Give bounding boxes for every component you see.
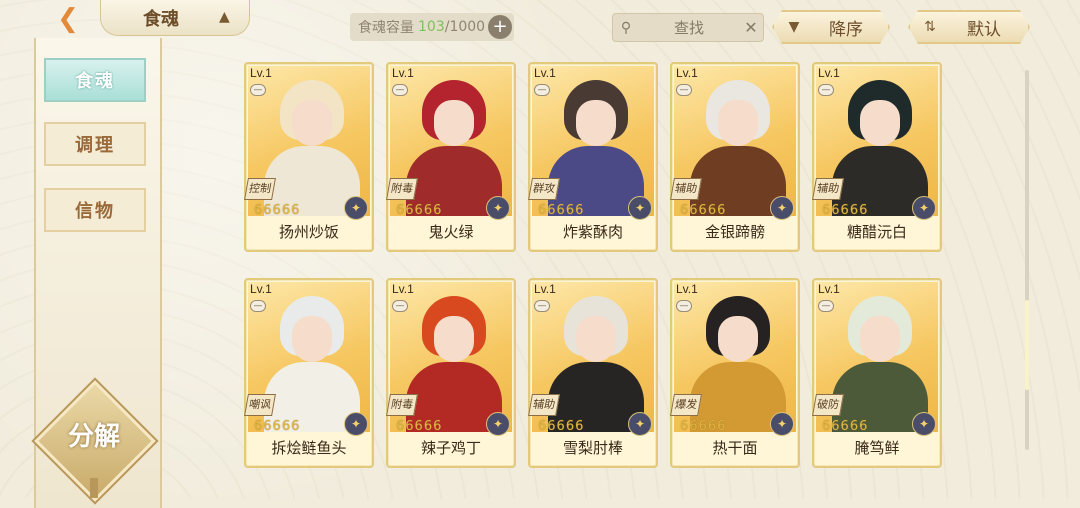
search-label: 查找: [673, 19, 704, 37]
card-role-tag: 控制: [244, 178, 276, 200]
card-name: 辣子鸡丁: [420, 439, 481, 457]
capacity-label: 食魂容量: [358, 20, 414, 36]
card-stars: 66666: [822, 203, 869, 218]
food-soul-card[interactable]: Lv.1— 破防 66666 ✦ 腌笃鲜: [812, 278, 942, 468]
page-title: 食魂: [143, 8, 179, 30]
lock-icon[interactable]: —: [818, 84, 834, 96]
card-stars: 66666: [254, 419, 301, 434]
sort-order-button[interactable]: ▼ 降序: [772, 10, 890, 44]
clear-search-icon[interactable]: ✕: [739, 18, 763, 37]
lock-icon[interactable]: —: [818, 300, 834, 312]
food-soul-card[interactable]: Lv.1— 辅助 66666 ✦ 糖醋沅白: [812, 62, 942, 252]
food-soul-card[interactable]: Lv.1— 嘲讽 66666 ✦ 拆烩鲢鱼头: [244, 278, 374, 468]
portrait-face: [860, 100, 900, 146]
card-stars: 66666: [396, 203, 443, 218]
scroll-thumb[interactable]: [1025, 300, 1029, 390]
capacity-display: 食魂容量 103 /1000 +: [350, 13, 514, 41]
food-soul-card[interactable]: Lv.1— 附毒 66666 ✦ 鬼火绿: [386, 62, 516, 252]
card-stars: 66666: [538, 203, 585, 218]
food-soul-card[interactable]: Lv.1— 附毒 66666 ✦ 辣子鸡丁: [386, 278, 516, 468]
portrait-face: [860, 316, 900, 362]
card-level: Lv.1: [676, 66, 698, 80]
card-role-tag: 嘲讽: [244, 394, 276, 416]
food-soul-grid: Lv.1— 控制 66666 ✦ 扬州炒饭 Lv.1— 附毒 66666 ✦ 鬼火绿 Lv.1— 群攻…: [244, 62, 944, 482]
lock-icon[interactable]: —: [676, 300, 692, 312]
sidebar-item-xinwu[interactable]: 信物: [44, 188, 146, 232]
lock-icon[interactable]: —: [676, 84, 692, 96]
lock-icon[interactable]: —: [534, 84, 550, 96]
page-title-tab: 食魂 ▲: [100, 0, 250, 36]
portrait-face: [434, 100, 474, 146]
portrait-face: [718, 100, 758, 146]
portrait-face: [718, 316, 758, 362]
card-level: Lv.1: [392, 282, 414, 296]
portrait-face: [292, 100, 332, 146]
lock-icon[interactable]: —: [392, 300, 408, 312]
sort-down-icon: ▼: [788, 19, 800, 35]
card-role-tag: 破防: [812, 394, 844, 416]
card-role-tag: 辅助: [528, 394, 560, 416]
sort-mode-button[interactable]: ⇅ 默认: [908, 10, 1030, 44]
capacity-max: /1000: [444, 19, 486, 35]
card-stars: 66666: [822, 419, 869, 434]
card-role-tag: 爆发: [670, 394, 702, 416]
card-name: 雪梨肘棒: [562, 439, 623, 457]
card-role-tag: 辅助: [670, 178, 702, 200]
sort-mode-label: 默认: [967, 19, 1001, 40]
card-role-tag: 群攻: [528, 178, 560, 200]
capacity-current: 103: [418, 19, 445, 35]
lock-icon[interactable]: —: [250, 84, 266, 96]
card-level: Lv.1: [392, 66, 414, 80]
lock-icon[interactable]: —: [534, 300, 550, 312]
card-stars: 66666: [254, 203, 301, 218]
back-arrow-icon[interactable]: ❮: [50, 4, 86, 34]
card-stars: 66666: [538, 419, 585, 434]
portrait-face: [576, 316, 616, 362]
sidebar-item-shihun[interactable]: 食魂: [44, 58, 146, 102]
card-name: 鬼火绿: [428, 223, 474, 241]
sidebar-item-tiaoli[interactable]: 调理: [44, 122, 146, 166]
card-name: 糖醋沅白: [846, 223, 907, 241]
food-soul-card[interactable]: Lv.1— 控制 66666 ✦ 扬州炒饭: [244, 62, 374, 252]
food-soul-card[interactable]: Lv.1— 辅助 66666 ✦ 金银蹄髈: [670, 62, 800, 252]
search-icon: ⚲: [620, 19, 632, 36]
food-soul-card[interactable]: Lv.1— 辅助 66666 ✦ 雪梨肘棒: [528, 278, 658, 468]
food-soul-card[interactable]: Lv.1— 爆发 66666 ✦ 热干面: [670, 278, 800, 468]
swap-icon: ⇅: [924, 19, 936, 35]
card-name: 扬州炒饭: [278, 223, 339, 241]
add-capacity-button[interactable]: +: [488, 15, 512, 39]
scrollbar[interactable]: [1025, 70, 1029, 450]
tassel-decoration: [90, 478, 98, 498]
card-role-tag: 辅助: [812, 178, 844, 200]
sort-order-label: 降序: [829, 19, 863, 40]
card-name: 腌笃鲜: [854, 439, 900, 457]
card-level: Lv.1: [818, 282, 840, 296]
card-stars: 66666: [396, 419, 443, 434]
portrait-face: [292, 316, 332, 362]
card-name: 金银蹄髈: [704, 223, 765, 241]
crown-icon[interactable]: ▲: [219, 10, 237, 24]
card-level: Lv.1: [818, 66, 840, 80]
card-level: Lv.1: [250, 66, 272, 80]
decompose-label: 分解: [67, 422, 120, 452]
card-name: 热干面: [712, 439, 758, 457]
card-name: 炸紫酥肉: [562, 223, 623, 241]
card-level: Lv.1: [676, 282, 698, 296]
card-level: Lv.1: [250, 282, 272, 296]
card-level: Lv.1: [534, 282, 556, 296]
portrait-face: [434, 316, 474, 362]
lock-icon[interactable]: —: [250, 300, 266, 312]
card-name: 拆烩鲢鱼头: [271, 439, 347, 457]
food-soul-card[interactable]: Lv.1— 群攻 66666 ✦ 炸紫酥肉: [528, 62, 658, 252]
card-stars: 66666: [680, 419, 727, 434]
lock-icon[interactable]: —: [392, 84, 408, 96]
card-level: Lv.1: [534, 66, 556, 80]
card-role-tag: 附毒: [386, 394, 418, 416]
search-input[interactable]: ⚲ 查找 ✕: [612, 13, 764, 42]
portrait-face: [576, 100, 616, 146]
card-stars: 66666: [680, 203, 727, 218]
card-role-tag: 附毒: [386, 178, 418, 200]
